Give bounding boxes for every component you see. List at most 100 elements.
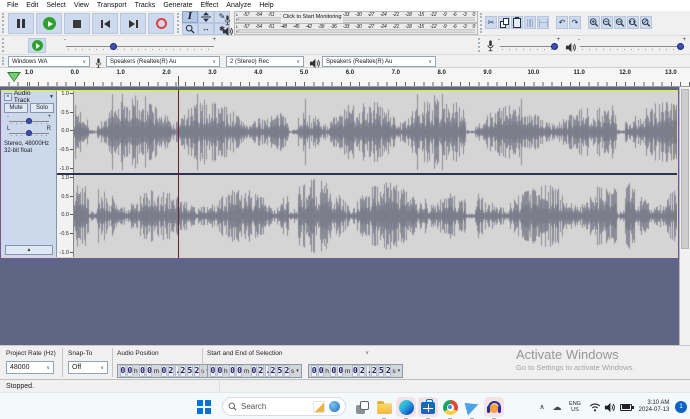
recording-channels-dropdown[interactable]: 2 (Stereo) Rec∨ (226, 56, 304, 67)
redo-button[interactable]: ↷ (569, 16, 581, 29)
zoom-tool-button[interactable] (182, 23, 198, 35)
gain-slider-thumb[interactable] (26, 118, 32, 124)
edge-button[interactable] (396, 397, 416, 417)
meter-monitoring-hint[interactable]: Click to Start Monitoring (281, 12, 343, 23)
timeline-ruler[interactable]: 1.00.01.02.03.04.05.06.07.08.09.010.011.… (0, 68, 690, 87)
play-button[interactable] (36, 13, 62, 34)
playback-device-dropdown[interactable]: Speakers (Realtek(R) Au∨ (322, 56, 436, 67)
file-explorer-button[interactable] (374, 397, 394, 417)
onedrive-tray-button[interactable]: ☁ (550, 397, 564, 417)
menu-item[interactable]: Select (42, 2, 69, 9)
pause-button[interactable] (8, 13, 34, 34)
battery-tray-button[interactable] (618, 397, 634, 417)
taskbar-search[interactable]: Search (222, 397, 346, 416)
playback-meter[interactable]: LR -57-54-51-48-45-42-39-36-33-30-27-24-… (234, 23, 478, 35)
volume-tray-button[interactable] (603, 397, 616, 417)
selection-start-display[interactable]: 00h00m02.252s▾ (207, 364, 302, 378)
clock-tray-button[interactable]: 3:10 AM2024-07-13 (636, 397, 672, 417)
playback-volume-slider[interactable]: -+ (578, 37, 686, 52)
play-speed-slider-thumb[interactable] (110, 43, 117, 50)
language-indicator[interactable]: ENGUS (566, 397, 584, 417)
waveform-canvas-left[interactable] (74, 91, 677, 173)
track-header[interactable]: × Audio Track ▼ (2, 92, 56, 102)
cut-button[interactable]: ✂ (485, 16, 497, 29)
fit-selection-button[interactable] (614, 16, 626, 29)
audio-host-dropdown[interactable]: Windows WA∨ (8, 56, 90, 67)
chrome-button[interactable] (440, 397, 460, 417)
pan-slider[interactable]: L R (6, 126, 52, 138)
track-area[interactable]: × Audio Track ▼ Mute Solo - + L R (0, 87, 690, 345)
silence-audio-button[interactable] (537, 16, 549, 29)
stop-button[interactable] (64, 13, 90, 34)
menu-item[interactable]: View (70, 2, 93, 9)
gain-slider[interactable]: - + (6, 114, 52, 126)
project-rate-dropdown[interactable]: 48000 ∨ (6, 361, 54, 374)
vertical-scale-left-channel[interactable]: 1.00.50.0-0.5-1.0 (57, 91, 74, 173)
recording-volume-slider[interactable]: -+ (498, 37, 560, 52)
snap-to-dropdown[interactable]: Off ∨ (68, 361, 108, 374)
waveform-right-channel[interactable] (74, 175, 677, 257)
start-button[interactable] (194, 397, 214, 417)
notification-center-button[interactable]: 1 (674, 397, 688, 417)
toolbar-grabber[interactable] (177, 13, 181, 33)
toolbar-grabber[interactable] (478, 38, 482, 52)
recording-meter[interactable]: LR -57-54-51-48-45-42-39-36-33-30-27-24-… (234, 11, 478, 23)
vertical-scrollbar-thumb[interactable] (681, 89, 689, 249)
copy-button[interactable] (498, 16, 510, 29)
toolbar-grabber[interactable] (2, 13, 6, 33)
zoom-out-button[interactable] (601, 16, 613, 29)
search-widget-icon-1 (313, 401, 325, 413)
scale-label: -0.5 (53, 147, 69, 153)
wifi-tray-button[interactable] (588, 397, 601, 417)
waveform-left-channel[interactable] (74, 91, 677, 173)
play-speed-slider[interactable]: -+ (64, 37, 216, 52)
record-button[interactable] (148, 13, 174, 34)
menu-item[interactable]: Tracks (131, 2, 160, 9)
track-close-button[interactable]: × (4, 93, 12, 101)
pan-slider-thumb[interactable] (26, 130, 32, 136)
audio-position-display[interactable]: 00h00m02.252s▾ (117, 364, 212, 378)
timeline-pin-icon[interactable] (7, 72, 21, 82)
zoom-toggle-button[interactable] (640, 16, 652, 29)
menu-item[interactable]: Edit (22, 2, 42, 9)
recording-device-dropdown[interactable]: Speakers (Realtek(R) Au∨ (106, 56, 220, 67)
toolbar-grabber[interactable] (2, 38, 6, 52)
task-view-button[interactable] (352, 397, 372, 417)
toolbar-grabber[interactable] (2, 57, 6, 65)
menu-item[interactable]: Analyze (222, 2, 255, 9)
ruler-cursor (178, 76, 179, 86)
play-at-speed-button[interactable] (28, 38, 46, 53)
menu-item[interactable]: Transport (93, 2, 131, 9)
menu-item[interactable]: Help (255, 2, 277, 9)
menu-item[interactable]: File (3, 2, 22, 9)
undo-button[interactable]: ↶ (556, 16, 568, 29)
solo-button[interactable]: Solo (30, 103, 54, 113)
blue-app-button[interactable] (462, 397, 482, 417)
recording-volume-thumb[interactable] (551, 43, 558, 50)
chevron-down-icon[interactable]: ∨ (365, 350, 369, 360)
zoom-in-button[interactable] (588, 16, 600, 29)
vertical-scrollbar[interactable] (679, 87, 690, 345)
paste-button[interactable] (511, 16, 523, 29)
selection-end-display[interactable]: 00h00m02.252s▾ (308, 364, 403, 378)
playback-volume-thumb[interactable] (677, 43, 684, 50)
menu-item[interactable]: Generate (159, 2, 196, 9)
mute-button[interactable]: Mute (4, 103, 28, 113)
track-control-panel[interactable]: × Audio Track ▼ Mute Solo - + L R (2, 91, 57, 257)
menu-item[interactable]: Effect (197, 2, 223, 9)
skip-to-start-button[interactable] (92, 13, 118, 34)
microsoft-store-button[interactable] (418, 397, 438, 417)
waveform-canvas-right[interactable] (74, 175, 677, 257)
skip-to-end-button[interactable] (120, 13, 146, 34)
fit-project-button[interactable] (627, 16, 639, 29)
ruler-label: 10.0 (528, 70, 540, 76)
audacity-taskbar-button[interactable] (484, 397, 504, 417)
toolbar-grabber[interactable] (480, 13, 484, 33)
track-collapse-button[interactable]: ▲ (5, 245, 53, 255)
vertical-scale-right-channel[interactable]: 1.00.50.0-0.5-1.0 (57, 175, 74, 257)
selection-tool-button[interactable]: I (182, 11, 198, 23)
tray-expand-button[interactable]: ∧ (536, 397, 548, 417)
envelope-tool-button[interactable] (198, 11, 214, 23)
timeshift-tool-button[interactable]: ↔ (198, 23, 214, 35)
trim-audio-button[interactable] (524, 16, 536, 29)
